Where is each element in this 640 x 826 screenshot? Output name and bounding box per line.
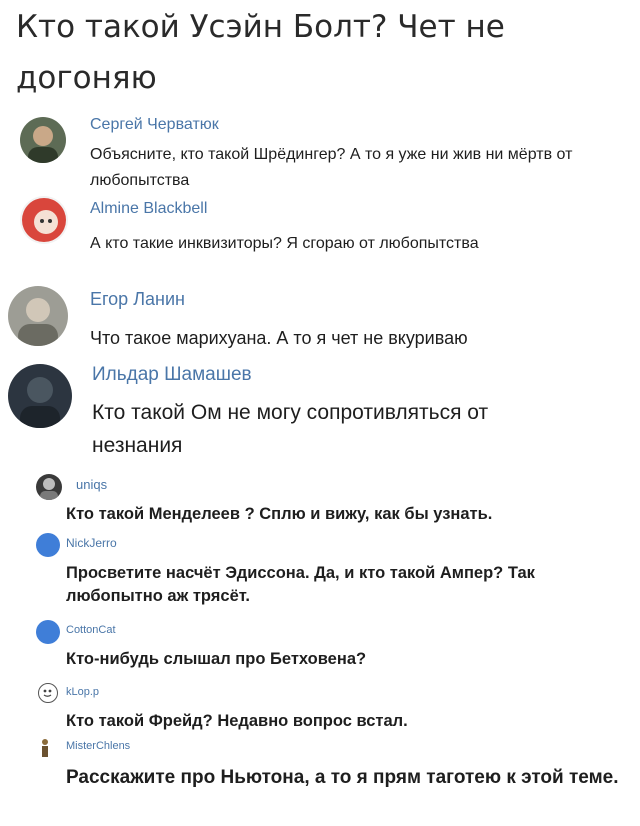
avatar[interactable] [38,683,58,703]
avatar[interactable] [20,196,68,244]
comment-author[interactable]: uniqs [76,477,107,492]
user-photo-icon [18,298,58,346]
comment-author[interactable]: Ильдар Шамашев [92,364,252,386]
avatar[interactable] [36,474,62,500]
user-photo-icon [28,126,58,163]
avatar[interactable] [36,620,60,644]
comment-text: Кто такой Менделеев ? Сплю и вижу, как б… [66,505,493,523]
avatar[interactable] [20,117,66,163]
avatar[interactable] [8,286,68,346]
comment-author[interactable]: MisterChlens [66,740,130,752]
user-photo-icon [40,478,58,500]
avatar[interactable] [36,533,60,557]
comment-text: Что такое марихуана. А то я чет не вкури… [90,328,468,348]
comment-author[interactable]: Егор Ланин [90,289,185,310]
post-title: Кто такой Усэйн Болт? Чет не догоняю [16,9,505,96]
avatar[interactable] [8,364,72,428]
figure-icon [42,739,48,757]
comment-author[interactable]: Сергей Черватюк [90,116,219,134]
comment-author[interactable]: NickJerro [66,536,117,550]
comment-author[interactable]: CottonCat [66,624,116,636]
comment-author[interactable]: kLop.p [66,686,99,698]
comment-author[interactable]: Almine Blackbell [90,200,207,218]
avatar[interactable] [38,738,52,758]
comment-text: Кто такой Ом не могу сопротивляться от н… [92,401,489,457]
comment-text: А кто такие инквизиторы? Я сгораю от люб… [90,235,479,252]
comment-text: Кто-нибудь слышал про Бетховена? [66,650,367,668]
comment-text: Просветите насчёт Эдиссона. Да, и кто та… [66,564,535,605]
face-icon [43,689,52,697]
anime-avatar-icon [22,198,66,242]
comment-text: Объясните, кто такой Шрёдингер? А то я у… [90,146,573,189]
comment-text: Расскажите про Ньютона, а то я прям таго… [66,767,619,788]
comment-text: Кто такой Фрейд? Недавно вопрос встал. [66,712,408,730]
user-photo-icon [20,377,60,428]
